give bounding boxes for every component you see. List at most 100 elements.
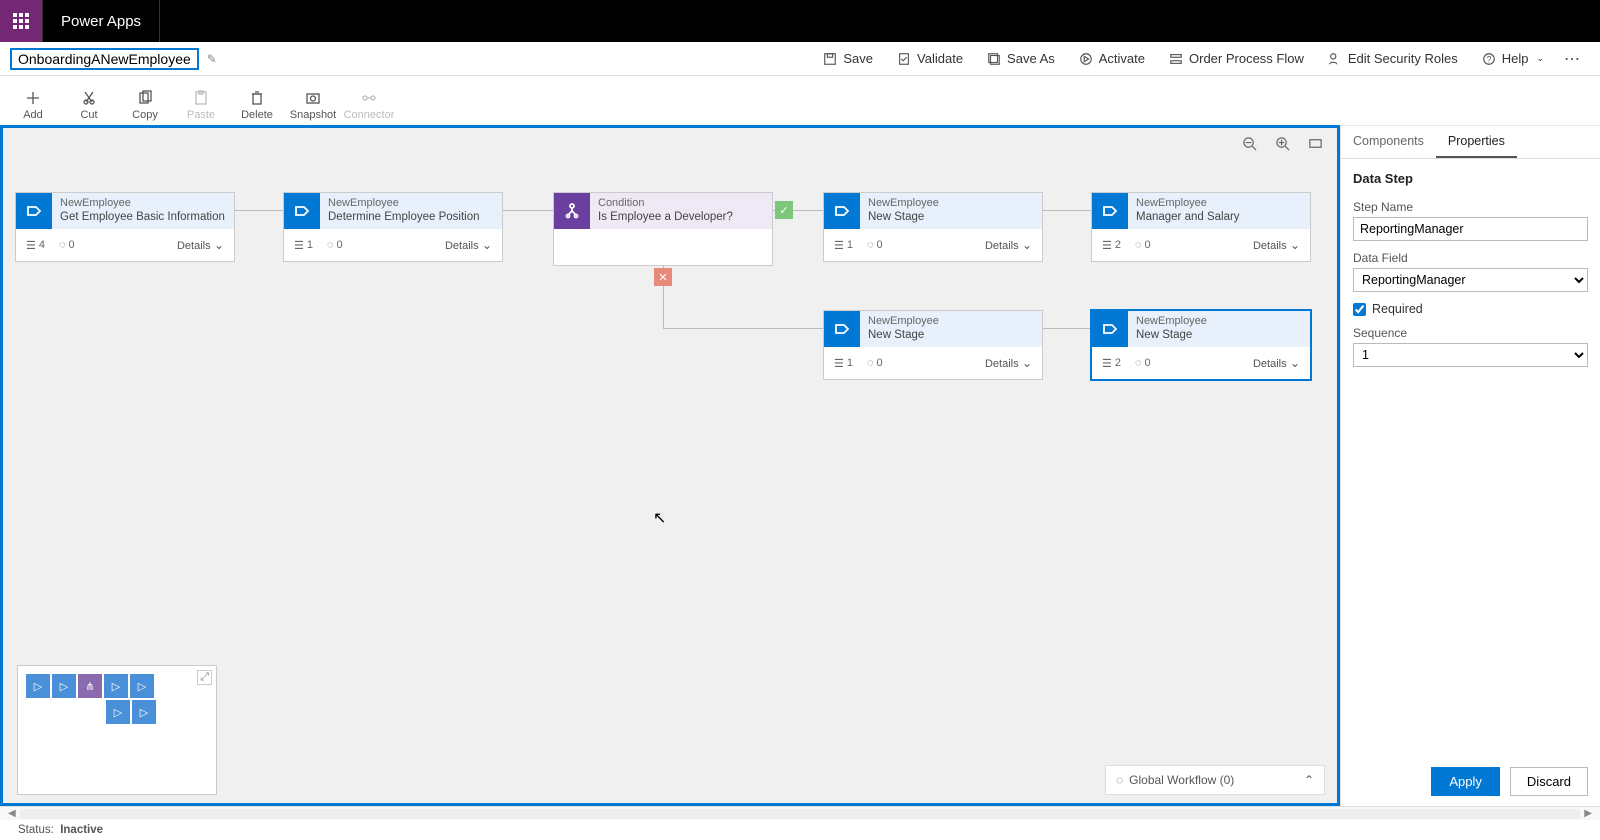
validate-label: Validate bbox=[917, 51, 963, 66]
connector-label: Connector bbox=[344, 109, 395, 121]
edit-toolbar: Add Cut Copy Paste Delete Snapshot Conne… bbox=[0, 76, 1600, 126]
node-name: Determine Employee Position bbox=[328, 210, 480, 225]
connector-line bbox=[1043, 210, 1091, 211]
mini-stage: ▷ bbox=[130, 674, 154, 698]
divider bbox=[159, 0, 160, 42]
app-name: Power Apps bbox=[43, 13, 159, 30]
zoom-in-icon[interactable] bbox=[1275, 136, 1290, 155]
node-entity: Condition bbox=[598, 196, 733, 210]
stage-node[interactable]: NewEmployeeDetermine Employee Position ☰… bbox=[283, 192, 503, 262]
delete-tool[interactable]: Delete bbox=[230, 90, 284, 121]
step-name-input[interactable] bbox=[1353, 217, 1588, 241]
save-as-button[interactable]: Save As bbox=[975, 42, 1067, 76]
canvas-controls bbox=[1242, 136, 1323, 155]
edit-title-icon[interactable]: ✎ bbox=[207, 52, 217, 66]
svg-text:?: ? bbox=[1486, 54, 1491, 64]
properties-panel: Components Properties Data Step Step Nam… bbox=[1340, 126, 1600, 806]
stage-icon bbox=[824, 193, 860, 229]
global-workflow-label: Global Workflow (0) bbox=[1129, 773, 1234, 787]
more-commands-button[interactable]: ⋯ bbox=[1556, 49, 1590, 69]
copy-tool[interactable]: Copy bbox=[118, 90, 172, 121]
stage-node[interactable]: NewEmployeeNew Stage ☰ 1◌ 0Details bbox=[823, 192, 1043, 262]
help-button[interactable]: ?Help⌄ bbox=[1470, 42, 1556, 76]
minimap-expand-icon[interactable]: ⤢ bbox=[197, 670, 212, 685]
zoom-out-icon[interactable] bbox=[1242, 136, 1257, 155]
stage-icon bbox=[16, 193, 52, 229]
stage-node[interactable]: NewEmployeeNew Stage ☰ 1◌ 0Details bbox=[823, 310, 1043, 380]
fit-screen-icon[interactable] bbox=[1308, 136, 1323, 155]
command-bar: OnboardingANewEmployee ✎ Save Validate S… bbox=[0, 42, 1600, 76]
node-entity: NewEmployee bbox=[868, 196, 939, 210]
node-name: New Stage bbox=[868, 328, 939, 343]
snapshot-label: Snapshot bbox=[290, 109, 336, 121]
required-checkbox[interactable] bbox=[1353, 303, 1366, 316]
steps-count: ☰ 1 bbox=[294, 239, 313, 252]
workflow-count: ◌ 0 bbox=[867, 357, 883, 369]
details-toggle[interactable]: Details bbox=[985, 238, 1032, 252]
sequence-select[interactable]: 1 bbox=[1353, 343, 1588, 367]
condition-node[interactable]: ConditionIs Employee a Developer? bbox=[553, 192, 773, 266]
discard-button[interactable]: Discard bbox=[1510, 767, 1588, 796]
order-process-button[interactable]: Order Process Flow bbox=[1157, 42, 1316, 76]
paste-tool: Paste bbox=[174, 90, 228, 121]
details-toggle[interactable]: Details bbox=[1253, 356, 1300, 370]
minimap[interactable]: ⤢ ▷ ▷ ⋔ ▷ ▷ ▷ ▷ bbox=[17, 665, 217, 795]
horizontal-scrollbar[interactable]: ◀ ▶ bbox=[0, 806, 1600, 820]
step-name-label: Step Name bbox=[1353, 200, 1588, 214]
app-launcher-icon[interactable] bbox=[0, 0, 42, 42]
activate-label: Activate bbox=[1099, 51, 1145, 66]
condition-yes-badge: ✓ bbox=[775, 201, 793, 219]
mini-stage: ▷ bbox=[104, 674, 128, 698]
connector-line bbox=[233, 210, 283, 211]
workflow-count: ◌ 0 bbox=[867, 239, 883, 251]
main-area: ✓ ✕ NewEmployeeGet Employee Basic Inform… bbox=[0, 126, 1600, 806]
steps-count: ☰ 1 bbox=[834, 239, 853, 252]
connector-line bbox=[1043, 328, 1091, 329]
panel-heading: Data Step bbox=[1353, 171, 1588, 186]
stage-node[interactable]: NewEmployeeManager and Salary ☰ 2◌ 0Deta… bbox=[1091, 192, 1311, 262]
save-as-label: Save As bbox=[1007, 51, 1055, 66]
details-toggle[interactable]: Details bbox=[985, 356, 1032, 370]
flow-title[interactable]: OnboardingANewEmployee bbox=[10, 48, 199, 70]
tab-components[interactable]: Components bbox=[1341, 126, 1436, 158]
chevron-up-icon[interactable]: ⌃ bbox=[1304, 773, 1314, 787]
stage-node-selected[interactable]: NewEmployeeNew Stage ☰ 2◌ 0Details bbox=[1091, 310, 1311, 380]
save-button[interactable]: Save bbox=[811, 42, 885, 76]
node-entity: NewEmployee bbox=[1136, 196, 1240, 210]
stage-icon bbox=[1092, 311, 1128, 347]
stage-icon bbox=[824, 311, 860, 347]
edit-roles-button[interactable]: Edit Security Roles bbox=[1316, 42, 1470, 76]
tab-properties[interactable]: Properties bbox=[1436, 126, 1517, 158]
snapshot-tool[interactable]: Snapshot bbox=[286, 90, 340, 121]
cut-label: Cut bbox=[80, 109, 97, 121]
activate-button[interactable]: Activate bbox=[1067, 42, 1157, 76]
node-entity: NewEmployee bbox=[868, 314, 939, 328]
save-label: Save bbox=[843, 51, 873, 66]
scroll-left-icon[interactable]: ◀ bbox=[4, 808, 20, 819]
details-toggle[interactable]: Details bbox=[177, 238, 224, 252]
workflow-count: ◌ 0 bbox=[1135, 239, 1151, 251]
status-bar: Status: Inactive bbox=[0, 820, 1600, 840]
order-label: Order Process Flow bbox=[1189, 51, 1304, 66]
mini-condition: ⋔ bbox=[78, 674, 102, 698]
scroll-right-icon[interactable]: ▶ bbox=[1580, 808, 1596, 819]
stage-node[interactable]: NewEmployeeGet Employee Basic Informatio… bbox=[15, 192, 235, 262]
connector-line bbox=[503, 210, 553, 211]
details-toggle[interactable]: Details bbox=[1253, 238, 1300, 252]
cut-tool[interactable]: Cut bbox=[62, 90, 116, 121]
add-label: Add bbox=[23, 109, 43, 121]
paste-label: Paste bbox=[187, 109, 215, 121]
mini-stage: ▷ bbox=[26, 674, 50, 698]
details-toggle[interactable]: Details bbox=[445, 238, 492, 252]
data-field-select[interactable]: ReportingManager bbox=[1353, 268, 1588, 292]
validate-button[interactable]: Validate bbox=[885, 42, 975, 76]
stage-icon bbox=[284, 193, 320, 229]
canvas[interactable]: ✓ ✕ NewEmployeeGet Employee Basic Inform… bbox=[0, 125, 1340, 806]
sequence-label: Sequence bbox=[1353, 326, 1588, 340]
add-tool[interactable]: Add bbox=[6, 90, 60, 121]
edit-roles-label: Edit Security Roles bbox=[1348, 51, 1458, 66]
copy-label: Copy bbox=[132, 109, 158, 121]
status-value: Inactive bbox=[60, 824, 103, 836]
global-workflow-bar[interactable]: ◌Global Workflow (0) ⌃ bbox=[1105, 765, 1325, 795]
apply-button[interactable]: Apply bbox=[1431, 767, 1500, 796]
